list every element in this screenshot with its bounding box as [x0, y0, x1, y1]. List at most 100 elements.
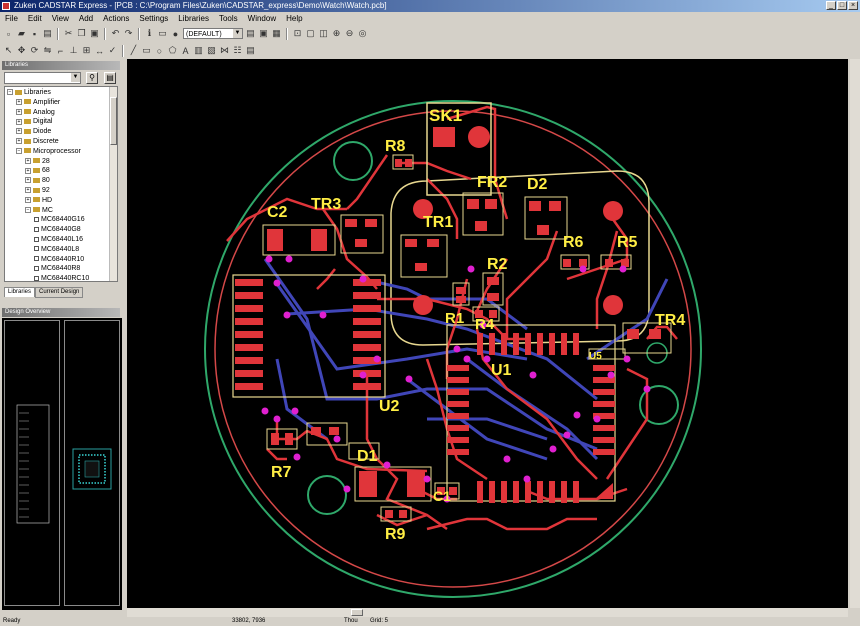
highlight-icon[interactable]: ▧ [206, 45, 217, 56]
library-component-item[interactable]: MC68440G8 [34, 225, 81, 234]
line-icon[interactable]: ╱ [128, 45, 139, 56]
expand-toggle-icon[interactable]: + [25, 196, 31, 203]
menu-settings[interactable]: Settings [134, 14, 173, 23]
drc-icon[interactable]: ⊞ [81, 45, 92, 56]
library-tree-item[interactable]: +92 [25, 186, 50, 195]
expand-toggle-icon[interactable]: + [16, 138, 22, 145]
expand-toggle-icon[interactable]: + [16, 108, 22, 115]
library-search-select[interactable]: ▼ [4, 72, 81, 84]
zoom-all-icon[interactable]: ◫ [318, 28, 329, 39]
library-tree-item[interactable]: + Amplifier [16, 98, 60, 107]
library-tree-item[interactable]: − MC [25, 206, 53, 215]
library-view-button[interactable]: ▤ [104, 72, 116, 84]
print-icon[interactable]: ▤ [42, 28, 53, 39]
menu-window[interactable]: Window [243, 14, 281, 23]
library-tree-item[interactable]: + Digital [16, 117, 52, 126]
menu-tools[interactable]: Tools [214, 14, 243, 23]
library-tree-scrollbar[interactable] [109, 87, 117, 281]
maximize-button[interactable]: □ [837, 1, 847, 10]
zoom-fit-icon[interactable]: ⊡ [292, 28, 303, 39]
canvas-horizontal-scrollbar[interactable] [127, 608, 848, 617]
expand-toggle-icon[interactable]: + [25, 167, 31, 174]
properties-icon[interactable]: ☷ [232, 45, 243, 56]
tab-libraries[interactable]: Libraries [4, 287, 36, 297]
library-component-item[interactable]: MC68440L8 [34, 245, 79, 254]
rectangle-icon[interactable]: ▭ [141, 45, 152, 56]
zoom-out-icon[interactable]: ⊖ [344, 28, 355, 39]
expand-toggle-icon[interactable]: + [16, 128, 22, 135]
net-icon[interactable]: ⋈ [219, 45, 230, 56]
library-component-item[interactable]: MC68440L16 [34, 235, 83, 244]
text-icon[interactable]: A [180, 45, 191, 56]
close-button[interactable]: × [848, 1, 858, 10]
layer-icon[interactable]: ▤ [245, 28, 256, 39]
copy-icon[interactable]: ❐ [76, 28, 87, 39]
paste-icon[interactable]: ▣ [89, 28, 100, 39]
redo-icon[interactable]: ↷ [123, 28, 134, 39]
bulb-icon[interactable]: ● [170, 28, 181, 39]
route-icon[interactable]: ⌐ [55, 45, 66, 56]
overview-pane-right[interactable] [64, 320, 120, 606]
library-tree-item[interactable]: +68 [25, 166, 50, 175]
circle-icon[interactable]: ○ [154, 45, 165, 56]
library-tree-item[interactable]: + Analog [16, 108, 55, 117]
library-tree-item[interactable]: + Discrete [16, 137, 59, 146]
expand-toggle-icon[interactable]: − [16, 147, 22, 154]
library-tree-item[interactable]: +80 [25, 176, 50, 185]
measure-icon[interactable]: ↔ [94, 45, 105, 56]
undo-icon[interactable]: ↶ [110, 28, 121, 39]
expand-toggle-icon[interactable]: + [16, 118, 22, 125]
move-icon[interactable]: ✥ [16, 45, 27, 56]
rotate-icon[interactable]: ⟳ [29, 45, 40, 56]
expand-toggle-icon[interactable]: + [25, 157, 31, 164]
polygon-icon[interactable]: ⬠ [167, 45, 178, 56]
library-component-item[interactable]: MC68440G16 [34, 215, 85, 224]
library-component-item[interactable]: MC68440R10 [34, 255, 84, 264]
scrollbar-thumb[interactable] [351, 609, 363, 616]
component-icon[interactable]: ▥ [193, 45, 204, 56]
zoom-previous-icon[interactable]: ◎ [357, 28, 368, 39]
zoom-window-icon[interactable]: ▢ [305, 28, 316, 39]
menu-edit[interactable]: Edit [23, 14, 47, 23]
expand-toggle-icon[interactable]: + [25, 187, 31, 194]
report-icon[interactable]: ▤ [245, 45, 256, 56]
tab-current-design[interactable]: Current Design [35, 287, 84, 298]
align-icon[interactable]: ⊥ [68, 45, 79, 56]
new-file-icon[interactable]: ▫ [3, 28, 14, 39]
info-icon[interactable]: ℹ [144, 28, 155, 39]
zoom-in-icon[interactable]: ⊕ [331, 28, 342, 39]
grid-icon[interactable]: ▦ [271, 28, 282, 39]
menu-libraries[interactable]: Libraries [173, 14, 214, 23]
layer-select[interactable]: (DEFAULT) ▼ [183, 28, 243, 39]
library-component-item[interactable]: MC68440RC10 [34, 274, 89, 281]
menu-file[interactable]: File [0, 14, 23, 23]
menu-help[interactable]: Help [281, 14, 307, 23]
check-icon[interactable]: ✓ [107, 45, 118, 56]
library-tree-item[interactable]: +28 [25, 157, 50, 166]
menu-view[interactable]: View [47, 14, 74, 23]
minimize-button[interactable]: _ [826, 1, 836, 10]
menu-actions[interactable]: Actions [98, 14, 134, 23]
overview-pane-left[interactable] [4, 320, 60, 606]
pcb-canvas[interactable]: SK1 R8 FR2 D2 C2 TR3 TR1 R6 R5 R2 R1 R4 … [127, 59, 848, 608]
canvas-vertical-scrollbar[interactable] [850, 59, 860, 608]
library-component-item[interactable]: MC68440R8 [34, 264, 80, 273]
cut-icon[interactable]: ✂ [63, 28, 74, 39]
expand-toggle-icon[interactable]: + [16, 98, 22, 105]
menu-add[interactable]: Add [74, 14, 98, 23]
window-icon[interactable]: ▭ [157, 28, 168, 39]
library-tree-item[interactable]: + HD [25, 196, 52, 205]
library-tree-item[interactable]: − Microprocessor [16, 147, 81, 156]
mirror-icon[interactable]: ⇋ [42, 45, 53, 56]
save-icon[interactable]: ▪ [29, 28, 40, 39]
select-arrow-icon[interactable]: ↖ [3, 45, 14, 56]
library-find-button[interactable]: ⚲ [86, 72, 98, 84]
expand-toggle-icon[interactable]: − [7, 89, 13, 96]
open-folder-icon[interactable]: ▰ [16, 28, 27, 39]
library-tree-item[interactable]: − Libraries [7, 88, 51, 97]
lock-icon[interactable]: ▣ [258, 28, 269, 39]
expand-toggle-icon[interactable]: + [25, 177, 31, 184]
library-tree[interactable]: − Libraries + Amplifier + Analog + Digital + Diod… [4, 86, 118, 282]
expand-toggle-icon[interactable]: − [25, 206, 31, 213]
design-overview[interactable] [2, 318, 122, 610]
